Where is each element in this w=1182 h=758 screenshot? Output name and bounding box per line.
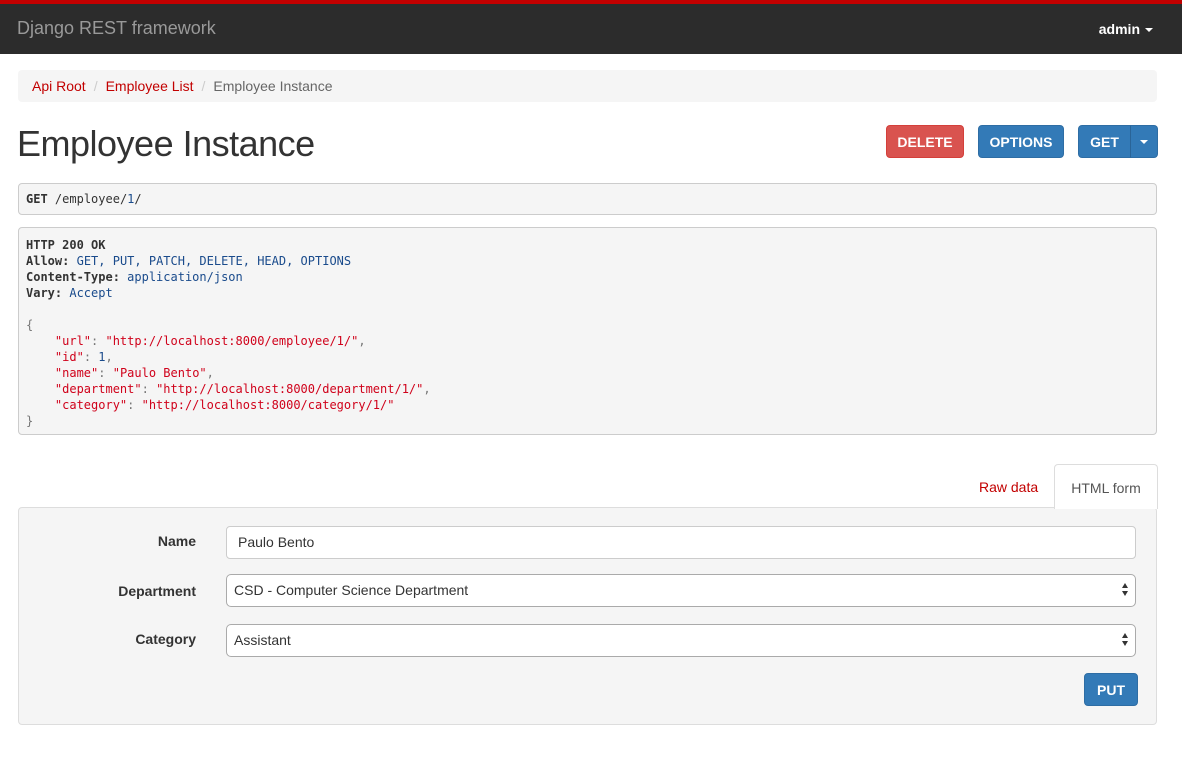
breadcrumb: Api Root / Employee List / Employee Instance [18,70,1157,102]
json-key: "category" [54,398,128,412]
request-path-suffix: / [134,192,142,206]
department-label: Department [118,583,196,599]
header-value: application/json [127,270,243,284]
top-navbar: Django REST framework admin [0,0,1182,54]
category-selected-value: Assistant [234,632,291,648]
page-title: Employee Instance [17,123,315,164]
caret-down-icon [1140,139,1148,144]
category-select[interactable]: Assistant [226,624,1136,657]
request-method: GET [26,192,48,206]
name-label: Name [157,533,196,549]
json-value-link[interactable]: "http://localhost:8000/employee/1/" [105,334,358,348]
department-selected-value: CSD - Computer Science Department [234,582,469,598]
breadcrumb-employee-list[interactable]: Employee List [106,78,194,94]
header-value: Accept [69,286,113,300]
breadcrumb-separator: / [93,78,98,94]
tab-html-form[interactable]: HTML form [1054,464,1158,509]
breadcrumb-api-root[interactable]: Api Root [32,78,86,94]
header-name: Vary: [26,286,63,300]
json-close-brace: } [26,414,34,428]
json-value: 1 [98,350,106,364]
tab-raw-data[interactable]: Raw data [979,479,1038,495]
response-status: HTTP 200 OK [26,238,106,252]
json-open-brace: { [26,318,34,332]
get-format-dropdown[interactable] [1130,125,1158,158]
json-key: "id" [54,350,84,364]
header-name: Content-Type: [26,270,120,284]
select-arrows-icon [1121,633,1129,649]
brand-link[interactable]: Django REST framework [17,18,216,39]
header-name: Allow: [26,254,70,268]
department-select[interactable]: CSD - Computer Science Department [226,574,1136,607]
json-value-link[interactable]: "http://localhost:8000/category/1/" [142,398,395,412]
header-value: GET, PUT, PATCH, DELETE, HEAD, OPTIONS [76,254,352,268]
json-key: "department" [54,382,142,396]
select-arrows-icon [1121,583,1129,599]
json-key: "url" [54,334,92,348]
chevron-down-icon[interactable] [1145,28,1153,32]
request-path-prefix: /employee/ [54,192,128,206]
request-info: GET /employee/1/ [18,183,1157,215]
json-key: "name" [54,366,99,380]
get-button[interactable]: GET [1078,125,1131,158]
user-menu-label[interactable]: admin [1099,21,1140,37]
json-value-link[interactable]: "http://localhost:8000/department/1/" [156,382,423,396]
breadcrumb-current: Employee Instance [213,78,333,94]
json-value: "Paulo Bento" [112,366,207,380]
delete-button[interactable]: DELETE [886,125,964,158]
breadcrumb-separator: / [201,78,206,94]
put-button[interactable]: PUT [1084,673,1138,706]
name-input[interactable]: Paulo Bento [226,526,1136,559]
response-info: HTTP 200 OK Allow: GET, PUT, PATCH, DELE… [18,227,1157,435]
category-label: Category [135,631,196,647]
options-button[interactable]: OPTIONS [978,125,1064,158]
